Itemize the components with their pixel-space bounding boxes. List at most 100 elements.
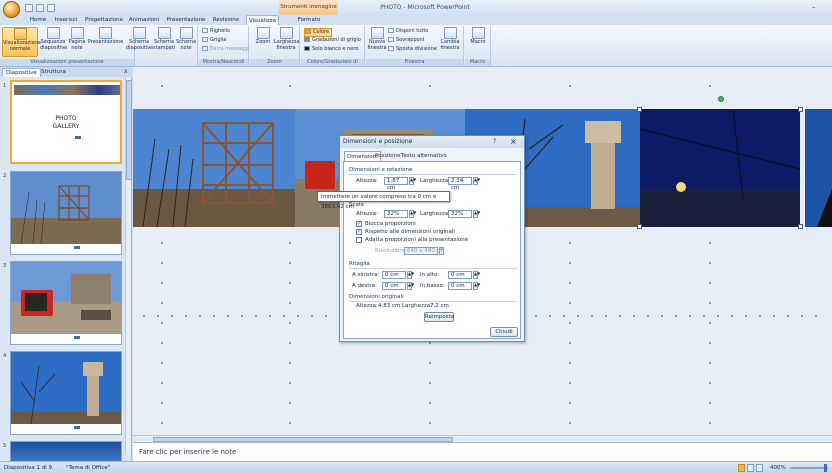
new-window-button[interactable]: Nuova finestra: [367, 27, 387, 57]
office-button[interactable]: [3, 1, 20, 18]
slide-thumbnail-3[interactable]: [10, 261, 122, 345]
crop-right-spinner[interactable]: ▲▼: [407, 282, 414, 290]
crop-right-input[interactable]: 0 cm: [382, 282, 406, 290]
cascade-button[interactable]: Sovrapponi: [388, 37, 424, 44]
tab-slideshow[interactable]: Presentazione: [166, 15, 206, 25]
grayscale-icon: [304, 37, 310, 42]
handout-master-button[interactable]: Schema stampati: [153, 27, 175, 57]
grid-dot: [161, 422, 163, 424]
tab-animations[interactable]: Animazioni: [127, 15, 161, 25]
message-bar-checkbox[interactable]: Barra messaggi: [202, 46, 249, 53]
tab-design[interactable]: Progettazione: [84, 15, 124, 25]
notes-master-button[interactable]: Schema note: [176, 27, 196, 57]
crop-bottom-spinner[interactable]: ▲▼: [473, 282, 480, 290]
tab-outline[interactable]: Struttura: [38, 68, 69, 77]
best-scale-checkbox[interactable]: [356, 237, 362, 243]
grid-dot: [429, 422, 431, 424]
grid-dot: [213, 315, 215, 317]
width-spinner[interactable]: ▲▼: [473, 177, 480, 185]
scale-height-spinner[interactable]: ▲▼: [409, 210, 416, 218]
ruler-checkbox[interactable]: Righello: [202, 28, 230, 35]
notes-page-button[interactable]: Pagina note: [67, 27, 87, 57]
switch-windows-button[interactable]: Cambia finestra: [438, 27, 462, 57]
grayscale-button[interactable]: Gradazioni di grigio: [304, 37, 361, 44]
quick-access-toolbar: [25, 3, 55, 12]
macro-button[interactable]: Macro: [468, 27, 488, 57]
arrange-all-button[interactable]: Disponi tutto: [388, 28, 428, 35]
original-width-label: Larghezza:: [402, 303, 432, 309]
theme-name[interactable]: "Tema di Office": [66, 465, 110, 471]
crop-bottom-input[interactable]: 0 cm: [448, 282, 472, 290]
close-button[interactable]: Chiudi: [490, 327, 518, 337]
grid-dot: [591, 315, 593, 317]
reset-button[interactable]: Reimposta: [424, 312, 454, 322]
slide-thumbnail-4[interactable]: [10, 351, 122, 435]
tab-format[interactable]: Formato: [293, 15, 325, 25]
tab-view[interactable]: Visualizza: [246, 15, 279, 25]
width-input[interactable]: 2,34 cm: [448, 177, 472, 191]
color-button[interactable]: Colore: [304, 28, 333, 37]
scale-width-input[interactable]: 32%: [448, 210, 472, 218]
notes-master-icon: [179, 27, 193, 39]
section-size-rotation: Dimensioni e rotazione: [349, 167, 413, 173]
undo-icon[interactable]: [36, 3, 44, 12]
save-icon[interactable]: [25, 3, 33, 12]
grid-dot: [161, 85, 163, 87]
grid-dot: [717, 315, 719, 317]
crop-left-label: A sinistra:: [352, 272, 380, 278]
new-window-icon: [370, 27, 384, 39]
height-spinner[interactable]: ▲▼: [409, 177, 416, 185]
scale-width-spinner[interactable]: ▲▼: [473, 210, 480, 218]
minimize-button[interactable]: –: [812, 3, 816, 11]
redo-icon[interactable]: [47, 3, 55, 12]
slide-sorter-button[interactable]: Sequenza diapositive: [40, 27, 67, 57]
crop-left-input[interactable]: 0 cm: [382, 271, 406, 279]
resize-handle[interactable]: [798, 224, 803, 229]
close-pane-button[interactable]: x: [124, 68, 128, 75]
zoom-slider-thumb[interactable]: [824, 464, 827, 472]
horizontal-scrollbar[interactable]: [133, 435, 832, 442]
close-dialog-button[interactable]: ×: [510, 137, 517, 146]
resize-handle[interactable]: [637, 224, 642, 229]
black-white-button[interactable]: Solo bianco e nero: [304, 46, 358, 53]
slide-thumbnail-5[interactable]: [10, 441, 122, 461]
tab-review[interactable]: Revisione: [210, 15, 242, 25]
grid-dot: [429, 382, 431, 384]
resize-handle[interactable]: [798, 107, 803, 112]
tab-slides[interactable]: Diapositive: [2, 68, 41, 77]
normal-view-button[interactable]: Visualizzazione normale: [2, 27, 41, 57]
tab-home[interactable]: Home: [26, 15, 50, 25]
gridlines-checkbox[interactable]: Griglia: [202, 37, 226, 44]
fit-to-window-button[interactable]: Larghezza finestra: [274, 27, 300, 57]
grid-dot: [773, 315, 775, 317]
height-input[interactable]: 1,87 cm: [384, 177, 408, 191]
resolution-dropdown-icon[interactable]: ▼: [439, 247, 444, 255]
resize-handle[interactable]: [637, 107, 642, 112]
zoom-button[interactable]: Zoom: [253, 27, 273, 57]
tab-insert[interactable]: Inserisci: [51, 15, 81, 25]
crop-top-input[interactable]: 0 cm: [448, 271, 472, 279]
notes-pane[interactable]: Fare clic per inserire le note: [133, 442, 832, 461]
crop-left-spinner[interactable]: ▲▼: [407, 271, 414, 279]
grid-dot: [759, 315, 761, 317]
zoom-slider[interactable]: [790, 467, 828, 469]
zoom-level[interactable]: 400%: [770, 465, 786, 471]
scale-height-input[interactable]: 32%: [384, 210, 408, 218]
slide-master-button[interactable]: Schema diapositive: [126, 27, 153, 57]
slideshow-view-icon[interactable]: [756, 464, 763, 472]
normal-view-icon[interactable]: [738, 464, 745, 472]
pane-scrollbar[interactable]: [125, 77, 132, 455]
resolution-select[interactable]: 640 x 480: [404, 247, 438, 255]
help-button[interactable]: ?: [493, 138, 496, 145]
relative-size-checkbox[interactable]: ✓: [356, 229, 362, 235]
slide-thumbnail-1[interactable]: PHOTO GALLERY: [10, 80, 122, 164]
sorter-view-icon[interactable]: [747, 464, 754, 472]
move-split-button[interactable]: Sposta divisione: [388, 46, 437, 53]
lock-aspect-checkbox[interactable]: ✓: [356, 221, 362, 227]
slideshow-button[interactable]: Presentazione: [88, 27, 123, 57]
tab-alt-text[interactable]: Testo alternativo: [399, 151, 449, 161]
crop-top-spinner[interactable]: ▲▼: [473, 271, 480, 279]
scrollbar-thumb[interactable]: [126, 80, 132, 180]
slide-thumbnail-2[interactable]: [10, 171, 122, 255]
rotate-handle[interactable]: [718, 96, 724, 102]
